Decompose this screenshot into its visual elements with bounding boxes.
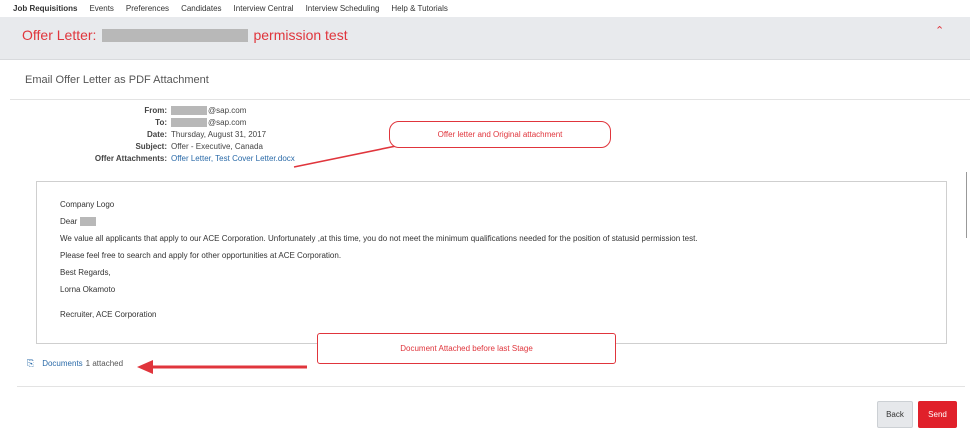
page-title: Offer Letter: permission test [22,27,348,43]
to-value: @sap.com [171,117,247,127]
email-body: Company Logo Dear We value all applicant… [36,181,947,344]
nav-interview-central[interactable]: Interview Central [234,4,294,13]
from-domain: @sap.com [208,105,247,115]
panel-title: Email Offer Letter as PDF Attachment [25,74,209,86]
footer-divider [17,386,965,387]
documents-count: 1 attached [85,359,124,368]
date-label: Date: [146,129,167,139]
signer-title: Recruiter, ACE Corporation [60,310,157,319]
meta-from-row: From: @sap.com [85,104,295,116]
meta-subject-row: Subject: Offer - Executive, Canada [85,140,295,152]
send-button[interactable]: Send [918,401,957,428]
subject-value: Offer - Executive, Canada [171,141,263,151]
date-value: Thursday, August 31, 2017 [171,129,267,139]
regards-line: Best Regards, [60,268,111,277]
nav-candidates[interactable]: Candidates [181,4,221,13]
body-line-2: Please feel free to search and apply for… [60,251,342,260]
signer-name: Lorna Okamoto [60,285,116,294]
title-suffix: permission test [253,27,348,43]
subject-label: Subject: [135,141,167,151]
scrollbar-edge[interactable] [966,172,970,238]
redacted-from-block [171,105,207,115]
meta-attachments-row: Offer Attachments: Offer Letter, Test Co… [85,152,295,164]
offer-attachments-link[interactable]: Offer Letter, Test Cover Letter.docx [171,154,295,163]
title-prefix: Offer Letter: [22,27,97,43]
documents-attached: ⎘ Documents 1 attached [27,358,123,369]
company-logo-text: Company Logo [60,200,115,209]
redacted-to-block [171,117,207,127]
greeting-text: Dear [60,217,78,226]
body-line-1: We value all applicants that apply to ou… [60,234,698,243]
top-navigation: Job Requisitions Events Preferences Cand… [0,0,970,17]
offer-letter-header: Offer Letter: permission test ⌃ [0,17,970,60]
to-label: To: [155,117,167,127]
to-domain: @sap.com [208,117,247,127]
nav-job-requisitions[interactable]: Job Requisitions [13,4,77,13]
paperclip-icon: ⎘ [27,358,35,368]
meta-date-row: Date: Thursday, August 31, 2017 [85,128,295,140]
nav-help-tutorials[interactable]: Help & Tutorials [391,4,447,13]
redacted-name-block [80,217,97,226]
redacted-title-block [102,28,249,42]
from-label: From: [144,105,167,115]
annotation-note-documents: Document Attached before last Stage [317,333,616,364]
back-button[interactable]: Back [877,401,913,428]
meta-to-row: To: @sap.com [85,116,295,128]
attachments-label: Offer Attachments: [94,153,167,163]
email-panel: Email Offer Letter as PDF Attachment Fro… [5,61,970,431]
email-meta: From: @sap.com To: @sap.com Date: Thursd… [85,104,295,164]
annotation-note-attachments: Offer letter and Original attachment [389,121,611,148]
nav-events[interactable]: Events [89,4,113,13]
greeting-line: Dear [60,213,946,230]
documents-link[interactable]: Documents [42,359,82,368]
from-value: @sap.com [171,105,247,115]
collapse-chevron-icon[interactable]: ⌃ [935,24,944,37]
panel-divider [10,99,970,100]
nav-interview-scheduling[interactable]: Interview Scheduling [306,4,380,13]
nav-preferences[interactable]: Preferences [126,4,169,13]
